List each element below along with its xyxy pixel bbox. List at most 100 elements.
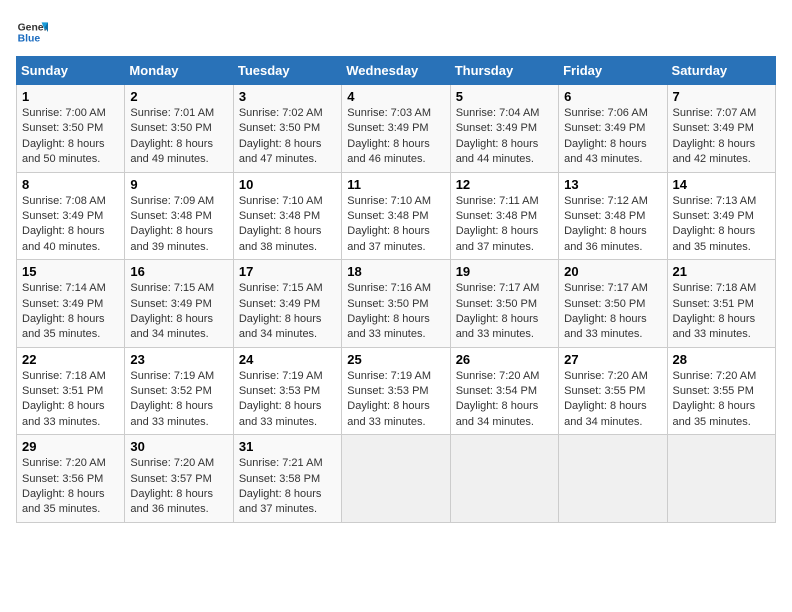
day-detail: Sunrise: 7:06 AM Sunset: 3:49 PM Dayligh…	[564, 106, 661, 168]
calendar-cell: 5 Sunrise: 7:04 AM Sunset: 3:49 PM Dayli…	[450, 85, 558, 173]
day-detail: Sunrise: 7:11 AM Sunset: 3:48 PM Dayligh…	[456, 194, 553, 256]
calendar-cell: 14 Sunrise: 7:13 AM Sunset: 3:49 PM Dayl…	[667, 172, 775, 260]
weekday-header-saturday: Saturday	[667, 57, 775, 85]
day-number: 5	[456, 89, 553, 104]
calendar-week-2: 8 Sunrise: 7:08 AM Sunset: 3:49 PM Dayli…	[17, 172, 776, 260]
day-detail: Sunrise: 7:17 AM Sunset: 3:50 PM Dayligh…	[564, 281, 661, 343]
calendar-cell: 9 Sunrise: 7:09 AM Sunset: 3:48 PM Dayli…	[125, 172, 233, 260]
calendar-cell: 27 Sunrise: 7:20 AM Sunset: 3:55 PM Dayl…	[559, 347, 667, 435]
calendar-cell: 4 Sunrise: 7:03 AM Sunset: 3:49 PM Dayli…	[342, 85, 450, 173]
day-detail: Sunrise: 7:21 AM Sunset: 3:58 PM Dayligh…	[239, 456, 336, 518]
weekday-header-monday: Monday	[125, 57, 233, 85]
day-detail: Sunrise: 7:02 AM Sunset: 3:50 PM Dayligh…	[239, 106, 336, 168]
day-detail: Sunrise: 7:16 AM Sunset: 3:50 PM Dayligh…	[347, 281, 444, 343]
calendar-cell	[342, 435, 450, 523]
day-number: 8	[22, 177, 119, 192]
day-number: 20	[564, 264, 661, 279]
day-number: 16	[130, 264, 227, 279]
calendar-cell: 20 Sunrise: 7:17 AM Sunset: 3:50 PM Dayl…	[559, 260, 667, 348]
day-number: 10	[239, 177, 336, 192]
day-number: 21	[673, 264, 770, 279]
weekday-header-thursday: Thursday	[450, 57, 558, 85]
day-number: 24	[239, 352, 336, 367]
day-number: 18	[347, 264, 444, 279]
calendar-cell: 11 Sunrise: 7:10 AM Sunset: 3:48 PM Dayl…	[342, 172, 450, 260]
day-number: 31	[239, 439, 336, 454]
day-number: 25	[347, 352, 444, 367]
day-number: 6	[564, 89, 661, 104]
day-detail: Sunrise: 7:19 AM Sunset: 3:53 PM Dayligh…	[347, 369, 444, 431]
day-number: 12	[456, 177, 553, 192]
calendar-cell: 23 Sunrise: 7:19 AM Sunset: 3:52 PM Dayl…	[125, 347, 233, 435]
calendar-cell: 2 Sunrise: 7:01 AM Sunset: 3:50 PM Dayli…	[125, 85, 233, 173]
day-number: 15	[22, 264, 119, 279]
calendar-week-5: 29 Sunrise: 7:20 AM Sunset: 3:56 PM Dayl…	[17, 435, 776, 523]
calendar-cell: 7 Sunrise: 7:07 AM Sunset: 3:49 PM Dayli…	[667, 85, 775, 173]
calendar-cell: 13 Sunrise: 7:12 AM Sunset: 3:48 PM Dayl…	[559, 172, 667, 260]
day-number: 29	[22, 439, 119, 454]
calendar-week-4: 22 Sunrise: 7:18 AM Sunset: 3:51 PM Dayl…	[17, 347, 776, 435]
day-detail: Sunrise: 7:12 AM Sunset: 3:48 PM Dayligh…	[564, 194, 661, 256]
day-detail: Sunrise: 7:01 AM Sunset: 3:50 PM Dayligh…	[130, 106, 227, 168]
calendar-cell: 19 Sunrise: 7:17 AM Sunset: 3:50 PM Dayl…	[450, 260, 558, 348]
day-detail: Sunrise: 7:20 AM Sunset: 3:57 PM Dayligh…	[130, 456, 227, 518]
day-number: 11	[347, 177, 444, 192]
calendar-cell: 31 Sunrise: 7:21 AM Sunset: 3:58 PM Dayl…	[233, 435, 341, 523]
day-detail: Sunrise: 7:07 AM Sunset: 3:49 PM Dayligh…	[673, 106, 770, 168]
day-number: 28	[673, 352, 770, 367]
day-number: 17	[239, 264, 336, 279]
calendar-cell: 17 Sunrise: 7:15 AM Sunset: 3:49 PM Dayl…	[233, 260, 341, 348]
day-detail: Sunrise: 7:19 AM Sunset: 3:53 PM Dayligh…	[239, 369, 336, 431]
day-number: 2	[130, 89, 227, 104]
page-header: General Blue	[16, 16, 776, 48]
calendar-cell: 10 Sunrise: 7:10 AM Sunset: 3:48 PM Dayl…	[233, 172, 341, 260]
day-detail: Sunrise: 7:10 AM Sunset: 3:48 PM Dayligh…	[347, 194, 444, 256]
day-detail: Sunrise: 7:20 AM Sunset: 3:54 PM Dayligh…	[456, 369, 553, 431]
day-number: 4	[347, 89, 444, 104]
calendar-cell	[559, 435, 667, 523]
day-number: 22	[22, 352, 119, 367]
day-detail: Sunrise: 7:15 AM Sunset: 3:49 PM Dayligh…	[239, 281, 336, 343]
day-detail: Sunrise: 7:13 AM Sunset: 3:49 PM Dayligh…	[673, 194, 770, 256]
calendar-cell: 26 Sunrise: 7:20 AM Sunset: 3:54 PM Dayl…	[450, 347, 558, 435]
day-detail: Sunrise: 7:04 AM Sunset: 3:49 PM Dayligh…	[456, 106, 553, 168]
logo-icon: General Blue	[16, 16, 48, 48]
day-number: 19	[456, 264, 553, 279]
calendar-cell: 16 Sunrise: 7:15 AM Sunset: 3:49 PM Dayl…	[125, 260, 233, 348]
calendar-cell: 18 Sunrise: 7:16 AM Sunset: 3:50 PM Dayl…	[342, 260, 450, 348]
day-detail: Sunrise: 7:18 AM Sunset: 3:51 PM Dayligh…	[22, 369, 119, 431]
calendar-cell: 15 Sunrise: 7:14 AM Sunset: 3:49 PM Dayl…	[17, 260, 125, 348]
day-detail: Sunrise: 7:08 AM Sunset: 3:49 PM Dayligh…	[22, 194, 119, 256]
day-detail: Sunrise: 7:17 AM Sunset: 3:50 PM Dayligh…	[456, 281, 553, 343]
calendar-table: SundayMondayTuesdayWednesdayThursdayFrid…	[16, 56, 776, 523]
calendar-week-3: 15 Sunrise: 7:14 AM Sunset: 3:49 PM Dayl…	[17, 260, 776, 348]
day-detail: Sunrise: 7:14 AM Sunset: 3:49 PM Dayligh…	[22, 281, 119, 343]
day-detail: Sunrise: 7:10 AM Sunset: 3:48 PM Dayligh…	[239, 194, 336, 256]
logo: General Blue	[16, 16, 48, 48]
calendar-cell: 24 Sunrise: 7:19 AM Sunset: 3:53 PM Dayl…	[233, 347, 341, 435]
day-number: 1	[22, 89, 119, 104]
svg-text:Blue: Blue	[18, 34, 41, 45]
calendar-cell	[450, 435, 558, 523]
calendar-cell	[667, 435, 775, 523]
calendar-cell: 6 Sunrise: 7:06 AM Sunset: 3:49 PM Dayli…	[559, 85, 667, 173]
day-number: 9	[130, 177, 227, 192]
calendar-cell: 8 Sunrise: 7:08 AM Sunset: 3:49 PM Dayli…	[17, 172, 125, 260]
calendar-cell: 1 Sunrise: 7:00 AM Sunset: 3:50 PM Dayli…	[17, 85, 125, 173]
day-number: 14	[673, 177, 770, 192]
weekday-header-sunday: Sunday	[17, 57, 125, 85]
calendar-cell: 22 Sunrise: 7:18 AM Sunset: 3:51 PM Dayl…	[17, 347, 125, 435]
day-detail: Sunrise: 7:20 AM Sunset: 3:55 PM Dayligh…	[564, 369, 661, 431]
day-number: 26	[456, 352, 553, 367]
day-number: 23	[130, 352, 227, 367]
calendar-cell: 28 Sunrise: 7:20 AM Sunset: 3:55 PM Dayl…	[667, 347, 775, 435]
day-number: 3	[239, 89, 336, 104]
day-detail: Sunrise: 7:03 AM Sunset: 3:49 PM Dayligh…	[347, 106, 444, 168]
day-detail: Sunrise: 7:19 AM Sunset: 3:52 PM Dayligh…	[130, 369, 227, 431]
day-number: 27	[564, 352, 661, 367]
calendar-cell: 30 Sunrise: 7:20 AM Sunset: 3:57 PM Dayl…	[125, 435, 233, 523]
calendar-cell: 12 Sunrise: 7:11 AM Sunset: 3:48 PM Dayl…	[450, 172, 558, 260]
calendar-cell: 25 Sunrise: 7:19 AM Sunset: 3:53 PM Dayl…	[342, 347, 450, 435]
day-detail: Sunrise: 7:20 AM Sunset: 3:55 PM Dayligh…	[673, 369, 770, 431]
weekday-header-friday: Friday	[559, 57, 667, 85]
